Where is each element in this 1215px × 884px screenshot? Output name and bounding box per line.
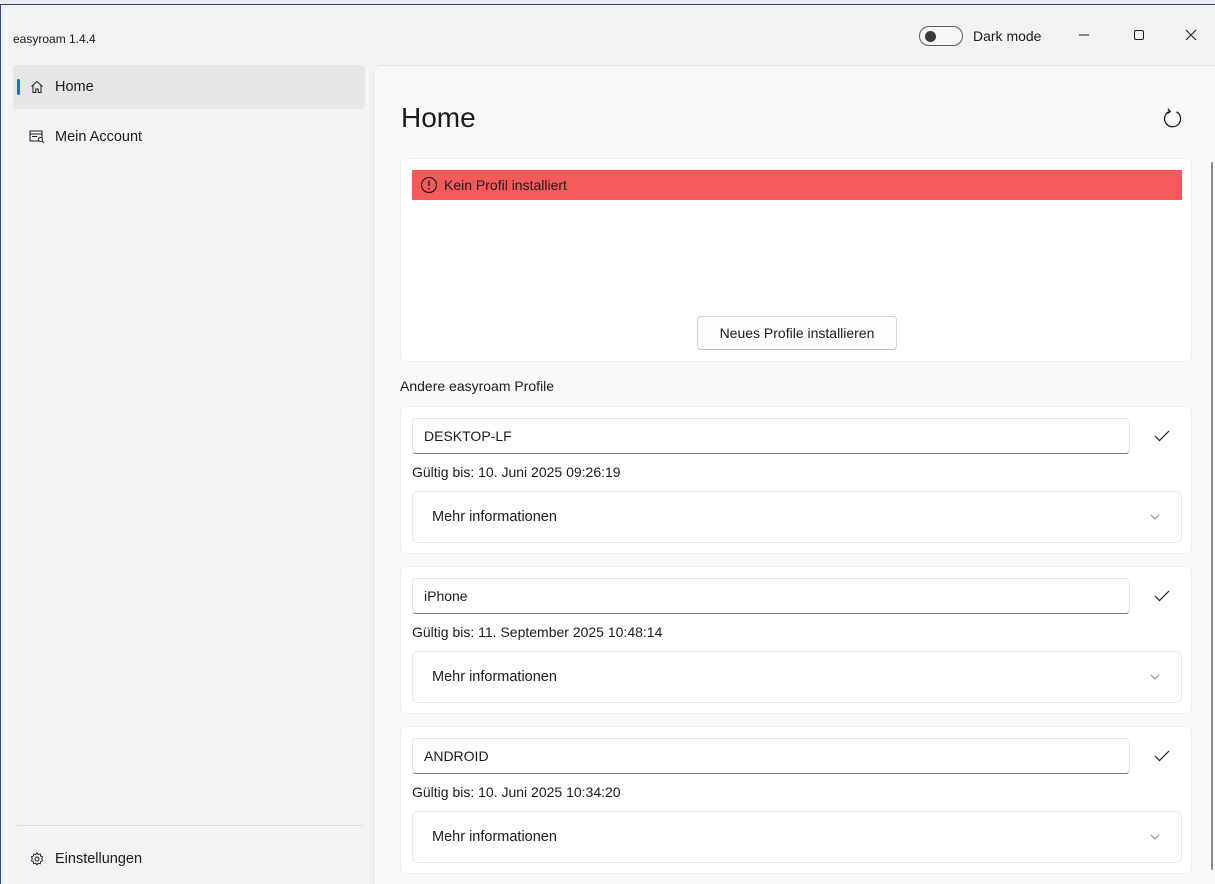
app-window: easyroam 1.4.4 Dark mode Home Mein Accou… bbox=[0, 4, 1215, 884]
more-info-expander[interactable]: Mehr informationen bbox=[412, 811, 1182, 863]
expander-label: Mehr informationen bbox=[432, 669, 557, 685]
close-icon bbox=[1185, 29, 1197, 41]
dark-mode-toggle[interactable] bbox=[919, 26, 963, 46]
profile-card: Gültig bis: 10. Juni 2025 10:34:20 Mehr … bbox=[400, 726, 1192, 874]
profile-card: Gültig bis: 10. Juni 2025 09:26:19 Mehr … bbox=[400, 406, 1192, 554]
profile-name-input[interactable] bbox=[412, 738, 1130, 774]
profile-name-input[interactable] bbox=[412, 418, 1130, 454]
expander-label: Mehr informationen bbox=[432, 509, 557, 525]
toggle-knob bbox=[925, 31, 936, 42]
main-content: Home Kein Profil installiert Neues Profi… bbox=[373, 65, 1215, 884]
chevron-down-icon bbox=[1150, 514, 1160, 520]
valid-until: Gültig bis: 10. Juni 2025 09:26:19 bbox=[412, 464, 621, 480]
sidebar-item-home[interactable]: Home bbox=[13, 65, 365, 109]
account-icon bbox=[29, 129, 45, 145]
dark-mode-label: Dark mode bbox=[973, 28, 1042, 44]
more-info-expander[interactable]: Mehr informationen bbox=[412, 651, 1182, 703]
status-card: Kein Profil installiert Neues Profile in… bbox=[400, 158, 1192, 362]
checkmark-icon bbox=[1154, 590, 1170, 602]
valid-until: Gültig bis: 10. Juni 2025 10:34:20 bbox=[412, 784, 621, 800]
selection-indicator bbox=[17, 79, 20, 95]
gear-icon bbox=[29, 851, 45, 867]
section-label: Andere easyroam Profile bbox=[400, 378, 555, 394]
close-button[interactable] bbox=[1171, 19, 1211, 51]
scrollbar[interactable] bbox=[1211, 162, 1213, 870]
sidebar-item-label: Mein Account bbox=[55, 129, 143, 145]
maximize-icon bbox=[1134, 30, 1144, 40]
sidebar-item-mein-account[interactable]: Mein Account bbox=[13, 115, 365, 159]
title-bar: easyroam 1.4.4 Dark mode bbox=[1, 5, 1215, 65]
home-icon bbox=[29, 79, 45, 95]
sidebar: Home Mein Account Einstellungen bbox=[1, 63, 373, 884]
sidebar-divider bbox=[17, 825, 363, 826]
confirm-button[interactable] bbox=[1151, 745, 1173, 767]
sidebar-item-einstellungen[interactable]: Einstellungen bbox=[13, 837, 365, 881]
maximize-button[interactable] bbox=[1119, 19, 1159, 51]
checkmark-icon bbox=[1154, 750, 1170, 762]
dark-mode-control: Dark mode bbox=[919, 26, 1041, 46]
chevron-down-icon bbox=[1150, 674, 1160, 680]
confirm-button[interactable] bbox=[1151, 585, 1173, 607]
minimize-icon bbox=[1079, 34, 1089, 36]
profile-card: Gültig bis: 11. September 2025 10:48:14 … bbox=[400, 566, 1192, 714]
refresh-icon bbox=[1163, 108, 1182, 128]
sidebar-item-label: Home bbox=[55, 79, 94, 95]
install-profile-button[interactable]: Neues Profile installieren bbox=[697, 316, 897, 350]
sidebar-item-label: Einstellungen bbox=[55, 851, 143, 867]
chevron-down-icon bbox=[1150, 834, 1160, 840]
valid-until: Gültig bis: 11. September 2025 10:48:14 bbox=[412, 624, 663, 640]
profile-name-input[interactable] bbox=[412, 578, 1130, 614]
checkmark-icon bbox=[1154, 430, 1170, 442]
more-info-expander[interactable]: Mehr informationen bbox=[412, 491, 1182, 543]
alert-text: Kein Profil installiert bbox=[444, 177, 567, 193]
expander-label: Mehr informationen bbox=[432, 829, 557, 845]
refresh-button[interactable] bbox=[1160, 106, 1186, 132]
error-icon bbox=[420, 176, 438, 194]
confirm-button[interactable] bbox=[1151, 425, 1173, 447]
page-title: Home bbox=[401, 102, 476, 133]
error-alert: Kein Profil installiert bbox=[412, 170, 1182, 200]
app-title: easyroam 1.4.4 bbox=[13, 32, 96, 46]
minimize-button[interactable] bbox=[1064, 19, 1104, 51]
